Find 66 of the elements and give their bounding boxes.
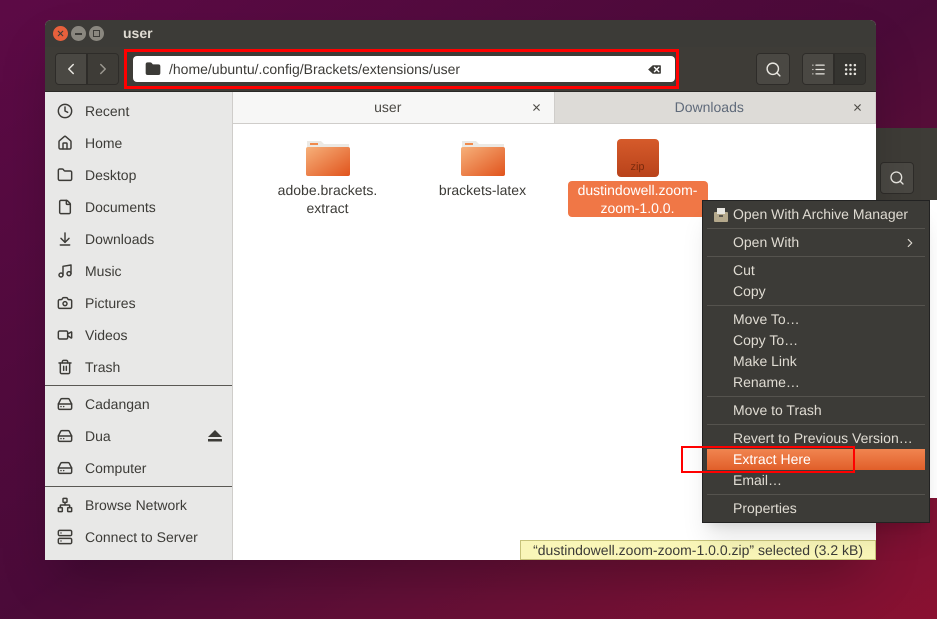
menu-item[interactable]: Move To… — [707, 309, 925, 330]
close-button[interactable] — [53, 26, 68, 41]
grid-view-button[interactable] — [834, 53, 866, 85]
list-icon — [810, 62, 826, 76]
menu-item[interactable]: Email… — [707, 470, 925, 491]
close-tab-icon[interactable] — [852, 102, 863, 113]
sidebar-item[interactable]: Downloads — [45, 223, 232, 255]
document-icon — [57, 199, 73, 215]
list-view-button[interactable] — [802, 53, 834, 85]
search-button[interactable] — [880, 162, 914, 194]
sidebar-item[interactable]: Cadangan — [45, 388, 232, 420]
search-button[interactable] — [756, 53, 790, 85]
tab[interactable]: user — [233, 92, 554, 123]
sidebar-item[interactable]: Documents — [45, 191, 232, 223]
package-icon: zip — [616, 139, 658, 177]
music-icon — [57, 263, 73, 279]
sidebar-item[interactable]: Recent — [45, 95, 232, 127]
location-field[interactable]: /home/ubuntu/.config/Brackets/extensions/user — [133, 56, 675, 82]
menu-item[interactable]: Rename… — [707, 372, 925, 393]
folder-icon — [460, 139, 506, 177]
folder-icon — [57, 167, 73, 183]
clock-icon — [57, 103, 73, 119]
menu-item[interactable]: Cut — [707, 260, 925, 281]
menu-item[interactable]: Make Link — [707, 351, 925, 372]
search-icon — [889, 170, 905, 186]
sidebar-item[interactable]: Desktop — [45, 159, 232, 191]
sidebar-item[interactable]: Music — [45, 255, 232, 287]
sidebar-item[interactable]: Trash — [45, 351, 232, 383]
status-label: “dustindowell.zoom-zoom-1.0.0.zip” selected (3.2 kB) — [520, 540, 876, 560]
home-icon — [57, 135, 73, 151]
eject-icon[interactable] — [208, 430, 222, 442]
sidebar-item[interactable]: Connect to Server — [45, 521, 232, 553]
network-icon — [57, 497, 73, 513]
menu-item[interactable]: Copy To… — [707, 330, 925, 351]
archive-icon — [713, 206, 729, 222]
file-item[interactable]: adobe.brackets.extract — [255, 139, 400, 217]
maximize-button[interactable] — [89, 26, 104, 41]
sidebar-item[interactable]: Browse Network — [45, 489, 232, 521]
close-tab-icon[interactable] — [530, 102, 542, 113]
sidebar-item[interactable]: Videos — [45, 319, 232, 351]
trash-icon — [57, 359, 73, 375]
menu-item[interactable]: Open With — [707, 232, 925, 253]
sidebar-item[interactable]: Pictures — [45, 287, 232, 319]
drive-icon — [57, 396, 73, 412]
window-title: user — [123, 24, 153, 43]
folder-icon — [304, 139, 350, 177]
close-icon — [56, 29, 65, 38]
file-item[interactable]: brackets-latex — [410, 139, 555, 199]
menu-item[interactable]: Move to Trash — [707, 400, 925, 421]
sidebar-item[interactable]: Home — [45, 127, 232, 159]
sidebar-item[interactable]: Computer — [45, 452, 232, 484]
download-icon — [57, 231, 73, 247]
drive-icon — [57, 460, 73, 476]
camera-icon — [57, 295, 73, 311]
menu-item[interactable]: Properties — [707, 498, 925, 519]
sidebar-item[interactable]: Dua — [45, 420, 232, 452]
menu-item[interactable]: Copy — [707, 281, 925, 302]
tab[interactable]: Downloads — [554, 92, 876, 123]
search-icon — [764, 60, 782, 78]
minimize-button[interactable] — [71, 26, 86, 41]
grid-icon — [842, 62, 858, 76]
menu-item[interactable]: Open With Archive Manager — [707, 204, 925, 225]
drive-icon — [57, 428, 73, 444]
server-icon — [57, 529, 73, 545]
menu-item[interactable]: Revert to Previous Version… — [707, 428, 925, 449]
folder-icon — [145, 61, 161, 77]
